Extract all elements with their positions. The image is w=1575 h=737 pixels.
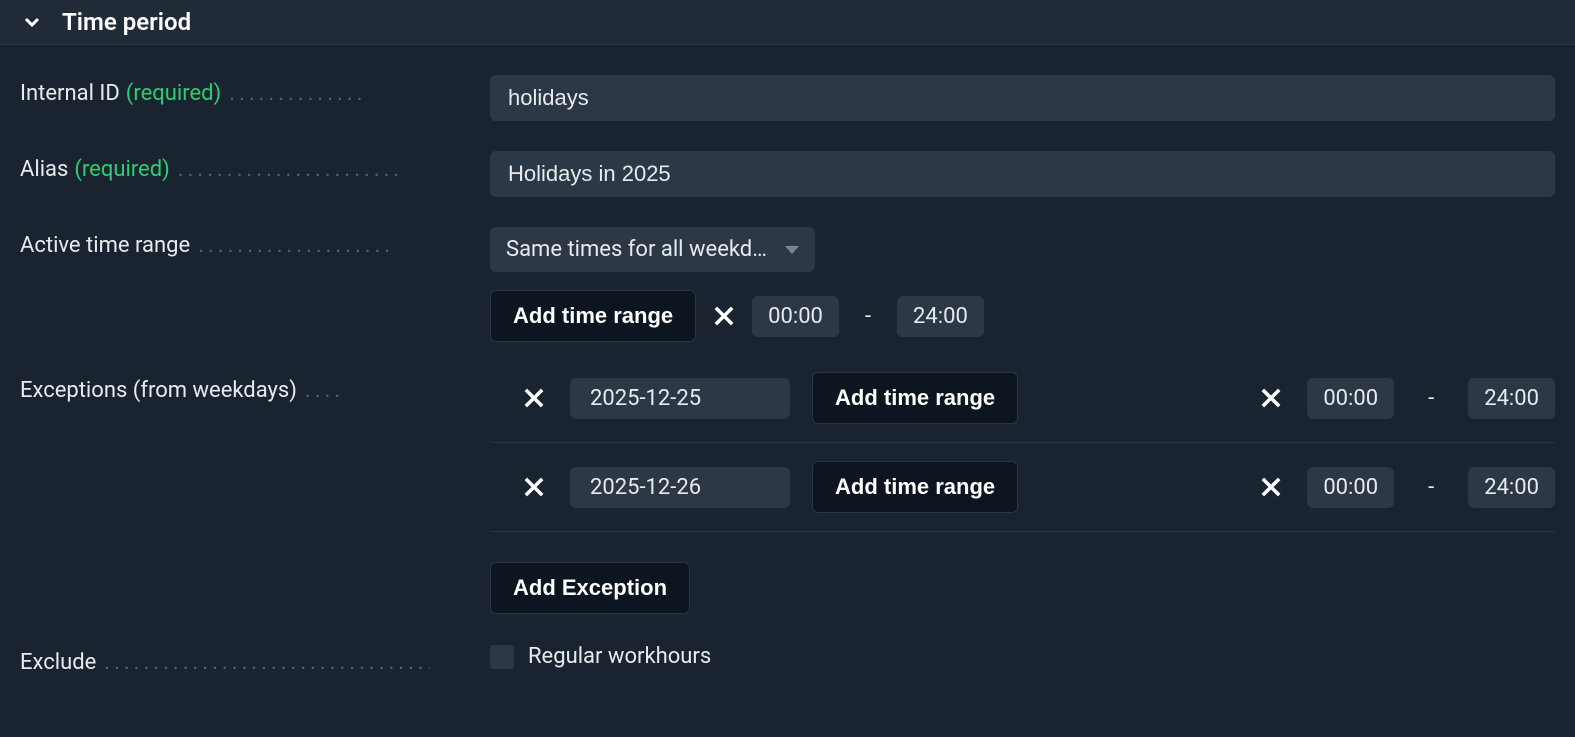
time-from-input[interactable]: 00:00 <box>1307 467 1394 508</box>
exception-row: 2025-12-26 Add time range 00:00 - 24:00 <box>490 443 1555 532</box>
time-from-input[interactable]: 00:00 <box>752 296 839 337</box>
row-exclude: Exclude ................................… <box>20 644 1555 675</box>
exception-date-input[interactable]: 2025-12-26 <box>570 467 790 508</box>
required-tag: (required) <box>126 81 221 106</box>
exclude-checkbox[interactable] <box>490 645 514 669</box>
label-internal-id: Internal ID (required) .............. <box>20 75 430 106</box>
select-value: Same times for all weekd… <box>506 237 767 262</box>
value-col: Regular workhours <box>430 644 1555 669</box>
time-to-input[interactable]: 24:00 <box>897 296 984 337</box>
label-text: Active time range <box>20 233 190 258</box>
label-text: Alias <box>20 157 68 182</box>
time-range-line: Add time range 00:00 - 24:00 <box>490 290 1555 342</box>
chevron-down-icon <box>20 10 44 34</box>
remove-exception-icon[interactable] <box>520 384 548 412</box>
value-col <box>430 151 1555 197</box>
row-active-time-range: Active time range .................... S… <box>20 227 1555 342</box>
time-dash: - <box>1416 386 1446 411</box>
remove-time-range-icon[interactable] <box>710 302 738 330</box>
dots-filler: .................... <box>198 233 430 258</box>
label-text: Exclude <box>20 650 96 675</box>
time-to-input[interactable]: 24:00 <box>1468 378 1555 419</box>
time-dash: - <box>1416 475 1446 500</box>
time-dash: - <box>853 304 883 329</box>
alias-input[interactable] <box>490 151 1555 197</box>
label-active-time-range: Active time range .................... <box>20 227 430 258</box>
required-tag: (required) <box>74 157 169 182</box>
exclude-checkbox-label: Regular workhours <box>528 644 711 669</box>
value-col: Same times for all weekd… Add time range… <box>430 227 1555 342</box>
row-internal-id: Internal ID (required) .............. <box>20 75 1555 121</box>
time-to-input[interactable]: 24:00 <box>1468 467 1555 508</box>
dots-filler: ....................... <box>178 157 430 182</box>
label-exclude: Exclude ................................… <box>20 644 430 675</box>
time-from-input[interactable]: 00:00 <box>1307 378 1394 419</box>
add-time-range-button[interactable]: Add time range <box>812 372 1018 424</box>
dots-filler: .............. <box>229 81 430 106</box>
section-title: Time period <box>62 8 191 36</box>
label-text: Internal ID <box>20 81 120 106</box>
label-text: Exceptions (from weekdays) <box>20 378 297 403</box>
label-alias: Alias (required) ....................... <box>20 151 430 182</box>
exception-date-input[interactable]: 2025-12-25 <box>570 378 790 419</box>
remove-time-range-icon[interactable] <box>1257 473 1285 501</box>
value-col <box>430 75 1555 121</box>
add-exception-button[interactable]: Add Exception <box>490 562 690 614</box>
active-time-range-select[interactable]: Same times for all weekd… <box>490 227 815 272</box>
row-alias: Alias (required) ....................... <box>20 151 1555 197</box>
row-exceptions: Exceptions (from weekdays) .... 2025-12-… <box>20 372 1555 614</box>
section-header[interactable]: Time period <box>0 0 1575 45</box>
exception-row: 2025-12-25 Add time range 00:00 - 24:00 <box>490 372 1555 443</box>
internal-id-input[interactable] <box>490 75 1555 121</box>
add-time-range-button[interactable]: Add time range <box>490 290 696 342</box>
label-exceptions: Exceptions (from weekdays) .... <box>20 372 430 403</box>
dropdown-arrow-icon <box>785 246 799 254</box>
dots-filler: ........................................… <box>104 650 430 675</box>
remove-exception-icon[interactable] <box>520 473 548 501</box>
add-time-range-button[interactable]: Add time range <box>812 461 1018 513</box>
value-col: 2025-12-25 Add time range 00:00 - 24:00 … <box>430 372 1555 614</box>
remove-time-range-icon[interactable] <box>1257 384 1285 412</box>
form-body: Internal ID (required) .............. Al… <box>0 45 1575 705</box>
exclude-checkbox-wrap: Regular workhours <box>490 644 1555 669</box>
dots-filler: .... <box>305 378 430 403</box>
